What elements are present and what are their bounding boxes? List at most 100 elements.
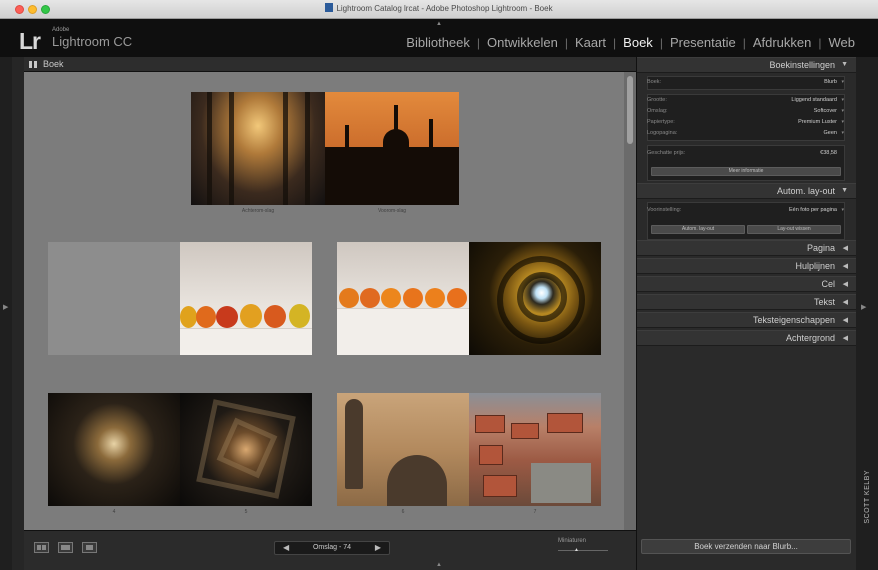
expand-triangle-icon[interactable]: ◀ — [843, 280, 848, 288]
multi-page-view-button[interactable] — [34, 542, 49, 553]
book-spread[interactable] — [337, 393, 601, 506]
photo-detail — [207, 92, 212, 205]
expand-left-panel-icon[interactable]: ▶ — [3, 303, 8, 311]
lr-logo: Lr — [19, 28, 41, 54]
photo-tower-staircase[interactable] — [180, 393, 312, 506]
photo-detail — [531, 463, 591, 503]
photo-city-square[interactable] — [469, 393, 601, 506]
prop-value: Eén foto per pagina — [788, 207, 837, 213]
section-hulplijnen[interactable]: Hulplijnen ◀ — [637, 258, 857, 274]
section-cel[interactable]: Cel ◀ — [637, 276, 857, 292]
photo-apples[interactable] — [180, 242, 312, 355]
photo-oranges[interactable] — [337, 242, 469, 355]
module-afdrukken[interactable]: Afdrukken — [746, 35, 819, 50]
logo-page-row[interactable]: Logopagina: Geen ▾ — [647, 129, 845, 140]
expand-triangle-icon[interactable]: ◀ — [843, 316, 848, 324]
left-panel-collapsed: ▶ — [0, 57, 12, 570]
bottom-toolbar: ◀ Omslag - 74 ▶ Miniaturen ▲ — [24, 530, 636, 570]
expand-triangle-icon[interactable]: ◀ — [843, 334, 848, 342]
section-label: Tekst — [813, 297, 835, 307]
collapse-filmstrip-icon[interactable]: ▲ — [436, 562, 442, 568]
module-web[interactable]: Web — [822, 35, 863, 50]
expand-triangle-icon[interactable]: ◀ — [843, 298, 848, 306]
cover-row[interactable]: Omslag: Softcover ▾ — [647, 107, 845, 118]
photo-statue[interactable] — [337, 393, 469, 506]
dropdown-icon: ▾ — [841, 108, 844, 114]
window-title: Lightroom Catalog lrcat - Adobe Photosho… — [0, 3, 878, 13]
view-button-glyph — [61, 545, 70, 550]
single-page-view-button[interactable] — [82, 542, 97, 553]
collapse-triangle-icon[interactable]: ▼ — [841, 187, 848, 194]
section-boekinstellingen[interactable]: Boekinstellingen ▼ — [637, 57, 857, 73]
section-label: Hulplijnen — [795, 261, 835, 271]
section-pagina[interactable]: Pagina ◀ — [637, 240, 857, 256]
module-boek[interactable]: Boek — [616, 35, 660, 50]
section-autom-lay-out[interactable]: Autom. lay-out ▼ — [637, 183, 857, 199]
canvas-scrollbar[interactable] — [624, 72, 636, 530]
photo-detail — [394, 105, 398, 155]
book-spread[interactable] — [48, 242, 312, 355]
clear-layout-button[interactable]: Lay-out wissen — [747, 225, 841, 234]
photo-tower-interior[interactable] — [48, 393, 180, 506]
prop-value: Geen — [823, 130, 837, 136]
module-bibliotheek[interactable]: Bibliotheek — [399, 35, 477, 50]
book-spread[interactable] — [337, 242, 601, 355]
module-ontwikkelen[interactable]: Ontwikkelen — [480, 35, 565, 50]
module-presentatie[interactable]: Presentatie — [663, 35, 743, 50]
photo-detail — [511, 423, 539, 439]
prop-key: Geschatte prijs: — [647, 150, 686, 156]
prop-key: Papiertype: — [647, 119, 675, 125]
collapse-right-panel-icon[interactable]: ▶ — [861, 303, 866, 311]
blank-page[interactable] — [48, 242, 180, 355]
send-book-to-blurb-button[interactable]: Boek verzenden naar Blurb... — [641, 539, 851, 554]
photo-detail — [381, 288, 401, 308]
section-label: Achtergrond — [785, 333, 835, 343]
current-page-label: Omslag - 74 — [312, 544, 352, 551]
prop-key: Grootte: — [647, 97, 667, 103]
book-view-header: Boek — [24, 57, 636, 72]
book-spread[interactable] — [48, 393, 312, 506]
book-type-row[interactable]: Boek: Blurb ▾ — [647, 78, 845, 89]
photo-detail — [325, 147, 459, 205]
collapse-top-panel-icon[interactable]: ▲ — [436, 21, 442, 27]
photo-detail — [425, 288, 445, 308]
book-spread[interactable] — [191, 92, 459, 205]
photo-detail — [345, 399, 363, 489]
page-caption-left: Achterom-slag — [241, 208, 275, 214]
photo-detail — [229, 92, 234, 205]
thumbnails-size-slider[interactable]: ▲ — [558, 548, 608, 553]
photo-detail — [447, 288, 467, 308]
page-navigator: ◀ Omslag - 74 ▶ — [274, 541, 390, 555]
photo-detail — [483, 475, 517, 497]
collapse-triangle-icon[interactable]: ▼ — [841, 61, 848, 68]
learn-more-button[interactable]: Meer informatie — [651, 167, 841, 176]
photo-detail — [240, 304, 262, 328]
spread-view-button[interactable] — [58, 542, 73, 553]
module-kaart[interactable]: Kaart — [568, 35, 613, 50]
page-caption-right: 7 — [533, 509, 537, 515]
section-teksteigenschappen[interactable]: Teksteigenschappen ◀ — [637, 312, 857, 328]
section-achtergrond[interactable]: Achtergrond ◀ — [637, 330, 857, 346]
module-bar: ▲ Lr Adobe Lightroom CC Bibliotheek | Ont… — [0, 19, 878, 57]
slider-knob[interactable]: ▲ — [574, 548, 579, 553]
prop-key: Logopagina: — [647, 130, 678, 136]
section-tekst[interactable]: Tekst ◀ — [637, 294, 857, 310]
prop-value: Blurb — [824, 79, 837, 85]
auto-layout-button[interactable]: Autom. lay-out — [651, 225, 745, 234]
estimated-price-row: Geschatte prijs: €38,58 — [647, 149, 845, 160]
scrollbar-thumb[interactable] — [627, 76, 633, 144]
photo-skyline[interactable] — [325, 92, 459, 205]
book-canvas: Achterom-slag Voorom-slag 4 5 6 7 — [24, 72, 624, 530]
photo-cathedral[interactable] — [191, 92, 325, 205]
dropdown-icon: ▾ — [841, 119, 844, 125]
size-row[interactable]: Grootte: Liggend standaard ▾ — [647, 96, 845, 107]
paper-type-row[interactable]: Papiertype: Premium Luster ▾ — [647, 118, 845, 129]
view-header-label: Boek — [43, 59, 64, 69]
expand-triangle-icon[interactable]: ◀ — [843, 262, 848, 270]
photo-spiral-staircase[interactable] — [469, 242, 601, 355]
thumbnails-label: Miniaturen — [558, 538, 587, 544]
expand-triangle-icon[interactable]: ◀ — [843, 244, 848, 252]
page-caption-right: Voorom-slag — [377, 208, 407, 214]
layout-preset-row[interactable]: Voorinstelling: Eén foto per pagina ▾ — [647, 206, 845, 217]
next-page-icon[interactable]: ▶ — [375, 543, 381, 552]
